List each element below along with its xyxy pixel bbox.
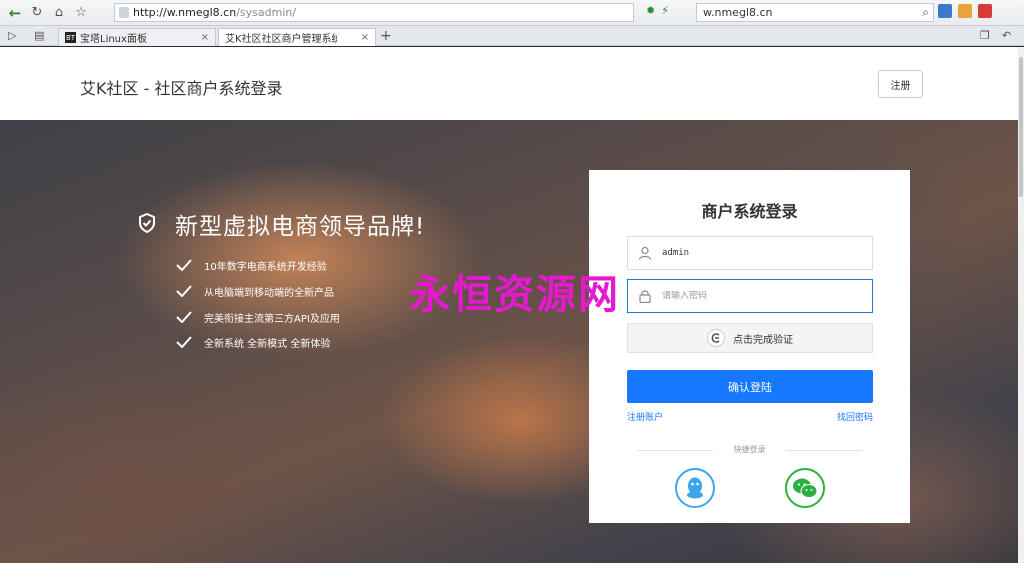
tab-bt-panel[interactable]: BT 宝塔Linux面板 × [58, 28, 216, 46]
tab-label: 艾K社区社区商户管理系统 - V3.0 [225, 34, 337, 45]
extension-icon[interactable] [958, 4, 972, 18]
login-submit-button[interactable]: 确认登陆 [627, 370, 873, 403]
url-host: http://w.nmegl8.cn [133, 6, 237, 19]
feature-item: 完美衔接主流第三方API及应用 [176, 308, 340, 326]
url-tools: ✹ ⚡ [646, 4, 669, 17]
page-scrollbar[interactable] [1018, 47, 1024, 563]
password-field[interactable] [627, 279, 873, 313]
compat-mode-icon[interactable]: ✹ [646, 4, 655, 17]
username-field[interactable] [627, 236, 873, 270]
register-account-link[interactable]: 注册账户 [627, 410, 663, 423]
site-header: 艾K社区 - 社区商户系统登录 注册 [0, 47, 1018, 120]
speed-mode-icon[interactable]: ⚡ [661, 4, 669, 17]
feature-item: 10年数字电商系统开发经验 [176, 256, 327, 274]
home-icon[interactable]: ⌂ [48, 2, 70, 24]
scrollbar-thumb[interactable] [1019, 57, 1023, 197]
password-input[interactable] [662, 291, 852, 301]
feature-text: 从电脑端到移动端的全新产品 [204, 287, 334, 299]
check-icon [176, 311, 192, 323]
extension-icons [938, 4, 992, 18]
register-button[interactable]: 注册 [878, 70, 923, 98]
qq-login-button[interactable] [675, 468, 715, 508]
tab-bar: ▷ ▤ BT 宝塔Linux面板 × 艾K社区社区商户管理系统 - V3.0 ×… [0, 26, 1024, 46]
feature-text: 全新系统 全新模式 全新体验 [204, 338, 331, 350]
forgot-password-link[interactable]: 找回密码 [837, 410, 873, 423]
watermark-text: 永恒资源网 [410, 271, 620, 318]
search-input[interactable]: w.nmegl8.cn ⌕ [696, 3, 934, 22]
sidebar-toggle-icon[interactable]: ▷ [8, 29, 16, 42]
hero-slogan: 新型虚拟电商领导品牌! [175, 214, 426, 240]
undo-close-icon[interactable]: ↶ [1002, 29, 1011, 42]
apps-grid-icon[interactable] [938, 4, 952, 18]
search-text: w.nmegl8.cn [703, 6, 773, 19]
verify-label: 点击完成验证 [733, 334, 793, 346]
check-icon [176, 285, 192, 297]
login-title: 商户系统登录 [701, 202, 798, 221]
shield-check-icon [139, 213, 155, 233]
back-arrow-icon[interactable]: ← [4, 2, 26, 24]
captcha-shield-icon [707, 329, 725, 347]
feature-item: 从电脑端到移动端的全新产品 [176, 282, 334, 300]
divider [786, 450, 862, 451]
browser-toolbar: ← ↻ ⌂ ☆ http://w.nmegl8.cn/sysadmin/ ✹ ⚡… [0, 0, 1024, 26]
username-input[interactable] [662, 248, 852, 258]
feature-text: 完美衔接主流第三方API及应用 [204, 313, 340, 325]
login-card: 商户系统登录 点击完成验证 确认登陆 注册账户 找回密码 [589, 170, 910, 523]
address-bar[interactable]: http://w.nmegl8.cn/sysadmin/ [114, 3, 634, 22]
page-list-icon[interactable]: ▤ [34, 29, 44, 42]
site-info-icon [119, 7, 129, 18]
qq-icon [687, 477, 703, 499]
wechat-login-button[interactable] [785, 468, 825, 508]
page-title: 艾K社区 - 社区商户系统登录 [80, 79, 283, 98]
reload-icon[interactable]: ↻ [26, 2, 48, 24]
wechat-icon [793, 478, 818, 498]
check-icon [176, 336, 192, 348]
captcha-verify-button[interactable]: 点击完成验证 [627, 323, 873, 353]
url-path: /sysadmin/ [236, 6, 297, 19]
lock-icon [639, 290, 651, 303]
check-icon [176, 259, 192, 271]
page-viewport: 艾K社区 - 社区商户系统登录 注册 新型虚拟电商领导品牌! 10年数字电商系统… [0, 47, 1018, 563]
feature-item: 全新系统 全新模式 全新体验 [176, 333, 330, 351]
tab-merchant-system[interactable]: 艾K社区社区商户管理系统 - V3.0 × [218, 28, 376, 46]
feature-text: 10年数字电商系统开发经验 [204, 261, 327, 273]
restore-window-icon[interactable]: ❐ [980, 29, 990, 42]
user-icon [638, 246, 652, 260]
pdf-icon[interactable] [978, 4, 992, 18]
close-icon[interactable]: × [355, 32, 369, 43]
search-icon[interactable]: ⌕ [922, 5, 929, 20]
bt-favicon-icon: BT [65, 32, 76, 43]
star-icon[interactable]: ☆ [70, 2, 92, 24]
new-tab-icon[interactable]: + [380, 28, 392, 44]
tab-label: 宝塔Linux面板 [80, 34, 147, 45]
close-icon[interactable]: × [195, 32, 209, 43]
